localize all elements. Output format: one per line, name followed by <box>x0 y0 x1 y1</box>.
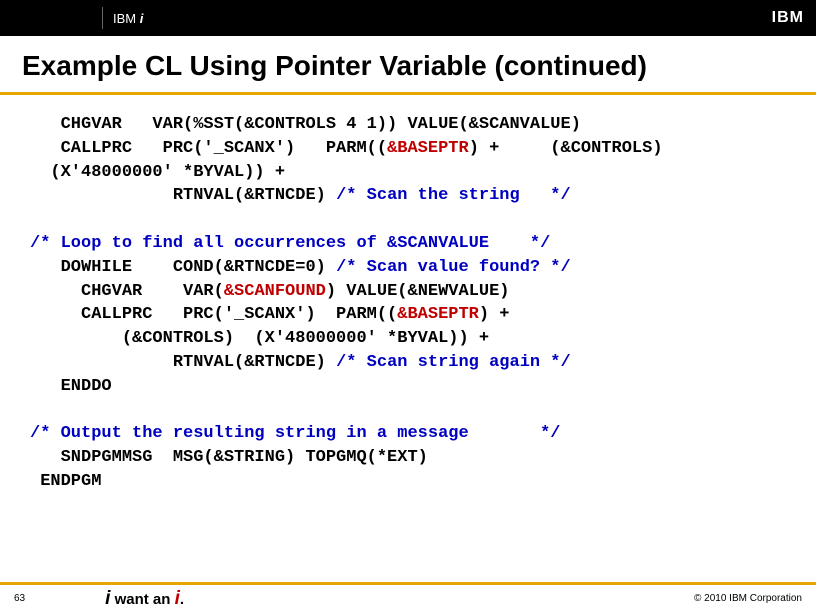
slide-header: IBM i IBM <box>0 0 816 36</box>
ibm-logo: IBM <box>772 9 804 27</box>
code-line: RTNVAL(&RTNCDE) <box>30 353 336 372</box>
tagline-dot: . <box>180 591 184 608</box>
code-line: ENDDO <box>30 377 112 396</box>
code-comment: /* Scan value found? */ <box>336 258 571 277</box>
code-line: CHGVAR VAR( <box>30 282 224 301</box>
code-comment: /* Scan string again */ <box>336 353 571 372</box>
code-line: DOWHILE COND(&RTNCDE=0) <box>30 258 336 277</box>
code-line: CHGVAR VAR(%SST(&CONTROLS 4 1)) VALUE(&S… <box>30 115 581 134</box>
code-line: ) VALUE(&NEWVALUE) <box>326 282 510 301</box>
code-highlight: &BASEPTR <box>387 139 469 158</box>
code-highlight: &BASEPTR <box>397 305 479 324</box>
code-line: SNDPGMMSG MSG(&STRING) TOPGMQ(*EXT) <box>30 448 428 467</box>
code-comment: /* Loop to find all occurrences of &SCAN… <box>30 234 550 253</box>
code-line: ) <box>479 305 489 324</box>
code-line: (X'48000000' *BYVAL)) + <box>30 163 285 182</box>
code-line: RTNVAL(&RTNCDE) <box>30 186 336 205</box>
brand-label: IBM i <box>113 11 143 26</box>
tagline-mid: want an <box>110 591 174 608</box>
page-number: 63 <box>14 593 25 604</box>
code-line: CALLPRC PRC('_SCANX') PARM(( <box>30 139 387 158</box>
header-left: IBM i <box>12 0 143 36</box>
footer-left: 63 i want an i. <box>14 588 184 610</box>
code-line: ) + (&CONTROLS) <box>469 139 663 158</box>
slide-footer: 63 i want an i. © 2010 IBM Corporation <box>0 582 816 612</box>
title-section: Example CL Using Pointer Variable (conti… <box>0 36 816 95</box>
code-line: (&CONTROLS) (X'48000000' *BYVAL)) + <box>30 329 489 348</box>
code-line: + <box>489 305 509 324</box>
code-comment: /* Output the resulting string in a mess… <box>30 424 561 443</box>
header-divider <box>102 7 103 29</box>
code-line: CALLPRC PRC('_SCANX') PARM(( <box>30 305 397 324</box>
code-highlight: &SCANFOUND <box>224 282 326 301</box>
copyright: © 2010 IBM Corporation <box>694 593 802 604</box>
brand-suffix: i <box>140 11 144 26</box>
code-block: CHGVAR VAR(%SST(&CONTROLS 4 1)) VALUE(&S… <box>0 95 816 494</box>
tagline: i want an i. <box>105 588 184 610</box>
code-line: ENDPGM <box>30 472 101 491</box>
slide-title: Example CL Using Pointer Variable (conti… <box>22 50 794 82</box>
brand-prefix: IBM <box>113 11 140 26</box>
code-comment: /* Scan the string */ <box>336 186 571 205</box>
